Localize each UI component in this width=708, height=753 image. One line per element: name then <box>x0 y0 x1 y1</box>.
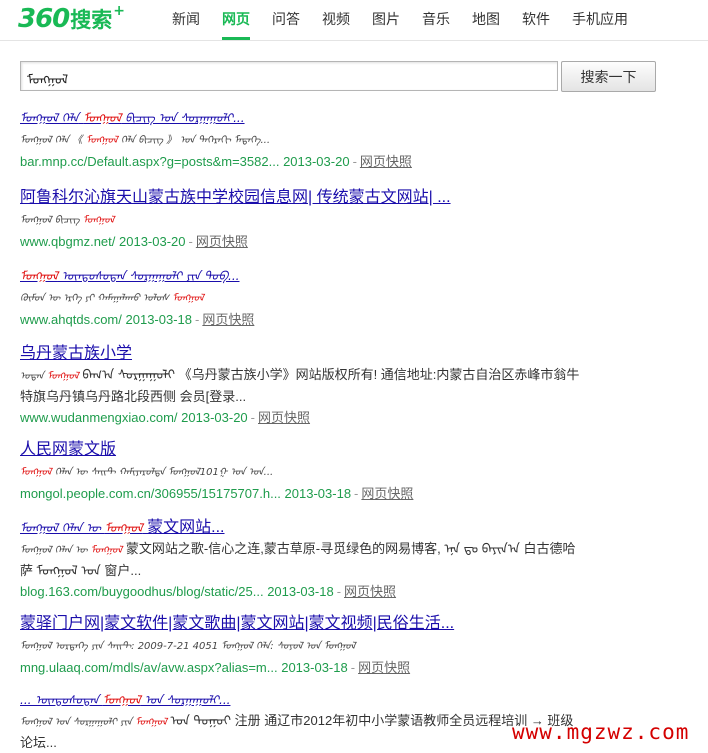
title-highlight: ᠮᠣᠩᠭᠣᠯ <box>104 521 143 535</box>
result-snippet: ᠤᠳᠠᠨ ᠮᠣᠩᠭᠣᠯ ᠪᠠᠭ᠎ᠠ ᠰᠤᠷᠭᠠᠭᠤᠯᠢ 《乌丹蒙古族小学》网站版… <box>20 365 580 407</box>
result-url-line: mng.ulaaq.com/mdls/av/avw.aspx?alias=m..… <box>20 660 411 675</box>
snippet-text: ᠤᠳᠠᠨ <box>20 371 48 382</box>
result-title[interactable]: ᠮᠣᠩᠭᠣᠯ ᠬᠡᠯᠡᠨ ᠦ ᠮᠣᠩᠭᠣᠯ 蒙文网站... <box>20 518 225 538</box>
result-title[interactable]: 阿鲁科尔沁旗天山蒙古族中学校园信息网| 传统蒙古文网站| ... <box>20 188 451 208</box>
result-title[interactable]: ᠮᠣᠩᠭᠣᠯ ᠬᠡᠯᠡ ᠮᠣᠩᠭᠣᠯ ᠪᠢᠴᠢᠭ ᠤᠨ ᠰᠤᠷᠭᠠᠭᠤᠯᠢ... <box>20 108 245 128</box>
result-item: ᠮᠣᠩᠭᠣᠯ ᠬᠡᠯᠡᠨ ᠦ ᠮᠣᠩᠭᠣᠯ 蒙文网站... ᠮᠣᠩᠭᠣᠯ ᠬᠡᠯ… <box>20 518 580 602</box>
title-text-rest: ᠪᠢᠴᠢᠭ ᠤᠨ ᠰᠤᠷᠭᠠᠭᠤᠯᠢ... <box>121 111 245 125</box>
result-title[interactable]: ... ᠦᠨᠳᠦᠰᠦᠲᠡᠨ ᠮᠣᠩᠭᠣᠯ ᠤᠨ ᠰᠤᠷᠭᠠᠭᠤᠯᠢ... <box>20 690 230 710</box>
title-highlight: ᠮᠣᠩᠭᠣᠯ <box>83 111 122 125</box>
snippet-text-rest: ᠬᠡᠯᠡᠨ ᠦ ᠰᠠᠢᠲ ᠬᠠᠮᠢᠶᠠᠷᠤᠯᠳᠠ ᠮᠣᠩᠭᠣᠯ101ᠭ ᠤᠨ ᠣ… <box>51 467 274 478</box>
tab-mobile-apps[interactable]: 手机应用 <box>572 0 628 38</box>
snippet-text: ᠬᠦᠮᠦᠨ ᠦ ᠡᠷᠬᠡ ᠶᠢ ᠬᠠᠮᠠᠭᠠᠯᠠᠬᠤ ᠤᠯᠤᠰ <box>20 293 173 304</box>
result-title[interactable]: 乌丹蒙古族小学 <box>20 344 132 364</box>
tab-images[interactable]: 图片 <box>372 0 400 38</box>
result-url: www.ahqtds.com/ <box>20 312 122 327</box>
nav-tabs: 新闻 网页 问答 视频 图片 音乐 地图 软件 手机应用 <box>172 0 650 40</box>
title-highlight: ᠮᠣᠩᠭᠣᠯ <box>102 693 141 707</box>
result-url-line: blog.163.com/buygoodhus/blog/static/25..… <box>20 584 397 599</box>
result-snippet: ᠬᠦᠮᠦᠨ ᠦ ᠡᠷᠬᠡ ᠶᠢ ᠬᠠᠮᠠᠭᠠᠯᠠᠬᠤ ᠤᠯᠤᠰ ᠮᠣᠩᠭᠣᠯ <box>20 287 580 309</box>
result-title[interactable]: ᠮᠣᠩᠭᠣᠯ ᠦᠨᠳᠦᠰᠦᠲᠡᠨ ᠰᠤᠷᠭᠠᠭᠤᠯᠢ ᠶᠢᠨ ᠲᠣᠪ... <box>20 266 239 286</box>
result-item: 人民网蒙文版 ᠮᠣᠩᠭᠣᠯ ᠬᠡᠯᠡᠨ ᠦ ᠰᠠᠢᠲ ᠬᠠᠮᠢᠶᠠᠷᠤᠯᠳᠠ ᠮ… <box>20 440 580 504</box>
title-text-rest: ᠦᠨᠳᠦᠰᠦᠲᠡᠨ ᠰᠤᠷᠭᠠᠭᠤᠯᠢ ᠶᠢᠨ ᠲᠣᠪ... <box>57 269 240 283</box>
snapshot-link[interactable]: 网页快照 <box>344 584 396 599</box>
snapshot-link[interactable]: 网页快照 <box>258 410 310 425</box>
title-text-rest: ᠤᠨ ᠰᠤᠷᠭᠠᠭᠤᠯᠢ... <box>140 693 231 707</box>
result-snippet: ᠮᠣᠩᠭᠣᠯ ᠤᠨ ᠰᠤᠷᠭᠠᠭᠤᠯᠢ ᠶᠢᠨ ᠮᠣᠩᠭᠣᠯ ᠤᠨ ᠳᠤᠭᠤᠢ … <box>20 711 580 753</box>
result-item: ᠮᠣᠩᠭᠣᠯ ᠬᠡᠯᠡ ᠮᠣᠩᠭᠣᠯ ᠪᠢᠴᠢᠭ ᠤᠨ ᠰᠤᠷᠭᠠᠭᠤᠯᠢ...… <box>20 108 580 172</box>
result-item: 阿鲁科尔沁旗天山蒙古族中学校园信息网| 传统蒙古文网站| ... ᠮᠣᠩᠭᠣᠯ … <box>20 188 580 252</box>
result-item: ... ᠦᠨᠳᠦᠰᠦᠲᠡᠨ ᠮᠣᠩᠭᠣᠯ ᠤᠨ ᠰᠤᠷᠭᠠᠭᠤᠯᠢ... ᠮᠣᠩ… <box>20 690 580 753</box>
search-input[interactable] <box>20 61 558 91</box>
result-url-line: www.qbgmz.net/ 2013-03-20- 网页快照 <box>20 234 248 249</box>
result-date: 2013-03-18 <box>281 660 348 675</box>
snippet-text: ᠮᠣᠩᠭᠣᠯ ᠬᠡᠯᠡᠨ ᠦ <box>20 545 91 556</box>
title-highlight: ᠮᠣᠩᠭᠣᠯ <box>20 269 58 283</box>
result-url: bar.mnp.cc/Default.aspx?g=posts&m=3582..… <box>20 154 280 169</box>
result-title[interactable]: 人民网蒙文版 <box>20 440 116 460</box>
result-item: 蒙驿门户网|蒙文软件|蒙文歌曲|蒙文网站|蒙文视频|民俗生活... ᠮᠣᠩᠭᠣᠯ… <box>20 614 580 678</box>
result-snippet: ᠮᠣᠩᠭᠣᠯ ᠪᠢᠴᠢᠭ ᠮᠣᠩᠭᠣᠯ <box>20 209 580 231</box>
snapshot-link[interactable]: 网页快照 <box>202 312 254 327</box>
snapshot-link[interactable]: 网页快照 <box>358 660 410 675</box>
top-bar: 360 搜索 + 新闻 网页 问答 视频 图片 音乐 地图 软件 手机应用 <box>0 0 708 41</box>
tab-map[interactable]: 地图 <box>472 0 500 38</box>
snippet-highlight: ᠮᠣᠩᠭᠣᠯ <box>86 135 118 146</box>
result-date: 2013-03-20 <box>181 410 248 425</box>
result-date: 2013-03-20 <box>283 154 350 169</box>
result-snippet: ᠮᠣᠩᠭᠣᠯ ᠬᠡᠯᠡᠨ ᠦ ᠮᠣᠩᠭᠣᠯ 蒙文网站之歌-信心之连,蒙古草原-寻… <box>20 539 580 581</box>
snippet-highlight: ᠮᠣᠩᠭᠣᠯ <box>135 717 167 728</box>
logo-word: 搜索 <box>70 8 113 32</box>
title-text: ᠮᠣᠩᠭᠣᠯ ᠬᠡᠯᠡ <box>20 111 79 125</box>
result-snippet: ᠮᠣᠩᠭᠣᠯ ᠤᠷᠲᠠᠭᠡ ᠶᠢᠨ ᠰᠠᠢᠲ: 2009-7-21 4051 ᠮ… <box>20 635 580 657</box>
tab-music[interactable]: 音乐 <box>422 0 450 38</box>
snippet-text: ᠮᠣᠩᠭᠣᠯ ᠤᠨ ᠰᠤᠷᠭᠠᠭᠤᠯᠢ ᠶᠢᠨ <box>20 717 136 728</box>
title-text: ᠮᠣᠩᠭᠣᠯ ᠬᠡᠯᠡᠨ ᠦ <box>20 521 105 535</box>
result-item: 乌丹蒙古族小学 ᠤᠳᠠᠨ ᠮᠣᠩᠭᠣᠯ ᠪᠠᠭ᠎ᠠ ᠰᠤᠷᠭᠠᠭᠤᠯᠢ 《乌丹蒙… <box>20 344 580 428</box>
tab-software[interactable]: 软件 <box>522 0 550 38</box>
snippet-text: ᠮᠣᠩᠭᠣᠯ ᠤᠷᠲᠠᠭᠡ ᠶᠢᠨ ᠰᠠᠢᠲ: 2009-7-21 4051 ᠮ… <box>20 641 356 652</box>
result-title[interactable]: 蒙驿门户网|蒙文软件|蒙文歌曲|蒙文网站|蒙文视频|民俗生活... <box>20 614 454 634</box>
title-text-rest: 蒙文网站... <box>142 519 225 536</box>
title-text: ... ᠦᠨᠳᠦᠰᠦᠲᠡᠨ <box>20 693 103 707</box>
result-date: 2013-03-18 <box>267 584 334 599</box>
logo-number: 360 <box>18 4 70 34</box>
result-snippet: ᠮᠣᠩᠭᠣᠯ ᠬᠡᠯᠡ 《 ᠮᠣᠩᠭᠣᠯ ᠬᠡᠯᠡ ᠪᠢᠴᠢᠭ 》 ᠤᠨ ᠳᠡᠭ… <box>20 129 580 151</box>
logo-360-search[interactable]: 360 搜索 + <box>18 3 126 34</box>
result-item: ᠮᠣᠩᠭᠣᠯ ᠦᠨᠳᠦᠰᠦᠲᠡᠨ ᠰᠤᠷᠭᠠᠭᠤᠯᠢ ᠶᠢᠨ ᠲᠣᠪ... ᠬᠦ… <box>20 266 580 330</box>
result-url: blog.163.com/buygoodhus/blog/static/25..… <box>20 584 264 599</box>
snippet-text: ᠮᠣᠩᠭᠣᠯ ᠪᠢᠴᠢᠭ <box>20 215 83 226</box>
result-url: www.qbgmz.net/ <box>20 234 116 249</box>
snippet-text: ᠮᠣᠩᠭᠣᠯ ᠬᠡᠯᠡ 《 <box>20 135 87 146</box>
tab-web[interactable]: 网页 <box>222 0 250 40</box>
watermark: www.mgzwz.com <box>512 720 690 744</box>
logo-plus: + <box>113 3 126 19</box>
result-url: mng.ulaaq.com/mdls/av/avw.aspx?alias=m..… <box>20 660 278 675</box>
result-date: 2013-03-20 <box>119 234 186 249</box>
snapshot-link[interactable]: 网页快照 <box>360 154 412 169</box>
snippet-highlight: ᠮᠣᠩᠭᠣᠯ <box>90 545 123 556</box>
result-url-line: bar.mnp.cc/Default.aspx?g=posts&m=3582..… <box>20 154 412 169</box>
result-url-line: mongol.people.com.cn/306955/15175707.h..… <box>20 486 414 501</box>
result-url: mongol.people.com.cn/306955/15175707.h..… <box>20 486 281 501</box>
result-url-line: www.ahqtds.com/ 2013-03-18- 网页快照 <box>20 312 255 327</box>
result-date: 2013-03-18 <box>125 312 193 327</box>
snippet-highlight: ᠮᠣᠩᠭᠣᠯ <box>20 467 52 478</box>
tab-news[interactable]: 新闻 <box>172 0 200 38</box>
result-url-line: www.wudanmengxiao.com/ 2013-03-20- 网页快照 <box>20 410 311 425</box>
result-date: 2013-03-18 <box>284 486 352 501</box>
snippet-highlight: ᠮᠣᠩᠭᠣᠯ <box>172 293 204 304</box>
result-url: www.wudanmengxiao.com/ <box>20 410 178 425</box>
snapshot-link[interactable]: 网页快照 <box>361 486 413 501</box>
snippet-text-rest: ᠬᠡᠯᠡ ᠪᠢᠴᠢᠭ 》 ᠤᠨ ᠳᠡᠭᠡᠷᠡᠬᠢ ᠮᠡᠳᠡᠭᠡ... <box>117 135 271 146</box>
search-button[interactable]: 搜索一下 <box>561 61 656 92</box>
result-snippet: ᠮᠣᠩᠭᠣᠯ ᠬᠡᠯᠡᠨ ᠦ ᠰᠠᠢᠲ ᠬᠠᠮᠢᠶᠠᠷᠤᠯᠳᠠ ᠮᠣᠩᠭᠣᠯ10… <box>20 461 580 483</box>
snippet-highlight: ᠮᠣᠩᠭᠣᠯ <box>82 215 115 226</box>
snapshot-link[interactable]: 网页快照 <box>196 234 248 249</box>
snippet-text-rest: ᠪᠠᠭ᠎ᠠ ᠰᠤᠷᠭᠠᠭᠤᠯᠢ 《乌丹蒙古族小学》网站版权所有! 通信地址:内蒙… <box>20 367 580 404</box>
snippet-highlight: ᠮᠣᠩᠭᠣᠯ <box>47 371 79 382</box>
tab-qa[interactable]: 问答 <box>272 0 300 38</box>
tab-video[interactable]: 视频 <box>322 0 350 38</box>
